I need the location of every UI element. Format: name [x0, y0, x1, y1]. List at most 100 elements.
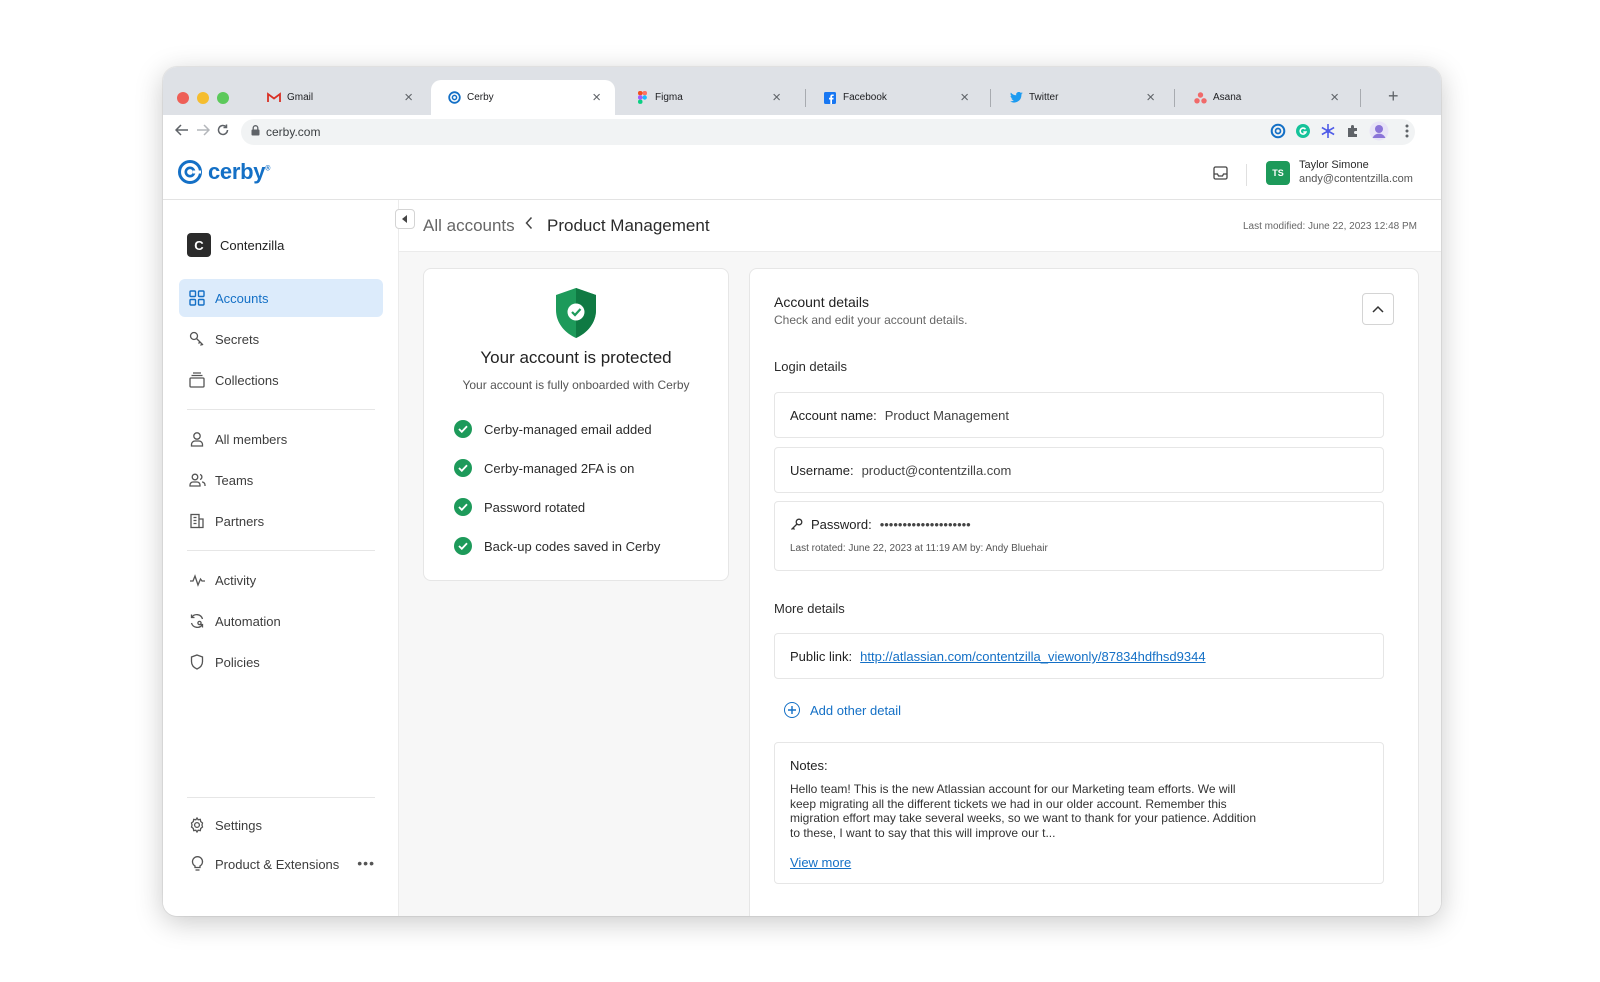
collapse-sidebar-button[interactable]	[395, 209, 415, 229]
sidebar-item-partners[interactable]: Partners	[179, 502, 383, 540]
main-content: All accounts Product Management Last mod…	[399, 200, 1441, 916]
back-icon[interactable]	[174, 123, 189, 139]
account-name-field[interactable]: Account name: Product Management	[774, 392, 1384, 438]
close-tab-icon[interactable]: ×	[1146, 90, 1155, 105]
maximize-window-button[interactable]	[217, 92, 229, 104]
close-tab-icon[interactable]: ×	[960, 90, 969, 105]
stack-icon	[188, 371, 206, 389]
close-tab-icon[interactable]: ×	[404, 90, 413, 105]
tab-cerby[interactable]: Cerby ×	[431, 80, 615, 115]
close-tab-icon[interactable]: ×	[772, 90, 781, 105]
protection-subtitle: Your account is fully onboarded with Cer…	[462, 378, 690, 392]
add-other-detail-label: Add other detail	[810, 702, 902, 718]
brand-text: cerby	[208, 159, 266, 184]
building-icon	[188, 512, 206, 530]
lightbulb-icon	[188, 855, 206, 873]
brand-name: cerby®	[208, 159, 270, 185]
reload-icon[interactable]	[217, 123, 229, 139]
sidebar-item-secrets[interactable]: Secrets	[179, 320, 383, 358]
facebook-icon	[823, 91, 837, 105]
browser-toolbar: cerby.com	[163, 115, 1441, 149]
sidebar-item-policies[interactable]: Policies	[179, 643, 383, 681]
check-label: Back-up codes saved in Cerby	[484, 538, 661, 554]
check-circle-icon	[454, 420, 472, 438]
cerby-extension-icon[interactable]	[1268, 121, 1288, 141]
public-link-field: Public link: http://atlassian.com/conten…	[774, 633, 1384, 679]
sidebar-divider	[187, 550, 375, 551]
check-circle-icon	[454, 537, 472, 555]
check-label: Cerby-managed email added	[484, 421, 652, 437]
public-link-url[interactable]: http://atlassian.com/contentzilla_viewon…	[860, 649, 1205, 664]
cerby-icon	[447, 91, 461, 105]
caret-left-icon	[402, 215, 407, 223]
header-divider	[1246, 164, 1247, 186]
gear-icon	[188, 816, 206, 834]
grammarly-extension-icon[interactable]	[1293, 121, 1313, 141]
chevron-up-icon	[1372, 305, 1384, 313]
registered-mark: ®	[265, 165, 271, 173]
minimize-window-button[interactable]	[197, 92, 209, 104]
user-avatar[interactable]: TS	[1266, 161, 1290, 185]
org-name: Contenzilla	[220, 237, 285, 253]
tab-twitter[interactable]: Twitter ×	[993, 80, 1169, 115]
sidebar-item-collections[interactable]: Collections	[179, 361, 383, 399]
sidebar: C Contenzilla Accounts Secrets Collectio…	[163, 200, 399, 916]
sidebar-item-settings[interactable]: Settings	[179, 806, 383, 844]
collapse-details-button[interactable]	[1362, 293, 1394, 325]
tab-gmail[interactable]: Gmail ×	[251, 80, 427, 115]
snowflake-extension-icon[interactable]	[1318, 121, 1338, 141]
check-circle-icon	[454, 459, 472, 477]
username-field[interactable]: Username: product@contentzilla.com	[774, 447, 1384, 493]
breadcrumb-all-accounts[interactable]: All accounts	[423, 216, 515, 236]
cerby-logo[interactable]: cerby®	[177, 159, 270, 185]
inbox-icon[interactable]	[1213, 166, 1228, 185]
window-controls	[177, 92, 229, 104]
more-options-icon[interactable]: •••	[357, 855, 375, 871]
org-badge: C	[187, 233, 211, 257]
sidebar-item-teams[interactable]: Teams	[179, 461, 383, 499]
sidebar-item-label: Policies	[215, 654, 260, 670]
browser-menu-icon[interactable]	[1397, 121, 1417, 141]
password-field[interactable]: Password: •••••••••••••••••••• Last rota…	[774, 501, 1384, 571]
close-tab-icon[interactable]: ×	[592, 90, 601, 105]
tab-facebook[interactable]: Facebook ×	[807, 80, 983, 115]
account-name-row: Account name: Product Management	[790, 408, 1009, 423]
tab-divider	[805, 89, 806, 107]
view-more-link[interactable]: View more	[790, 855, 851, 870]
sidebar-item-automation[interactable]: Automation	[179, 602, 383, 640]
close-tab-icon[interactable]: ×	[1330, 90, 1339, 105]
public-link-label: Public link:	[790, 649, 853, 664]
key-icon	[790, 518, 803, 531]
password-label: Password:	[811, 517, 872, 532]
tab-divider	[990, 89, 991, 107]
puzzle-extensions-icon[interactable]	[1343, 121, 1363, 141]
add-other-detail-button[interactable]: Add other detail	[784, 702, 901, 718]
chevron-left-icon[interactable]	[525, 216, 533, 235]
tab-title: Figma	[655, 92, 683, 103]
new-tab-button[interactable]: +	[1388, 86, 1399, 107]
tab-title: Cerby	[467, 92, 494, 103]
notes-field: Notes: Hello team! This is the new Atlas…	[774, 742, 1384, 884]
user-name: Taylor Simone	[1299, 159, 1369, 171]
sidebar-item-all-members[interactable]: All members	[179, 420, 383, 458]
profile-avatar-icon[interactable]	[1369, 121, 1389, 141]
sidebar-item-accounts[interactable]: Accounts	[179, 279, 383, 317]
shield-check-icon	[554, 287, 598, 344]
check-label: Cerby-managed 2FA is on	[484, 460, 635, 476]
key-icon	[188, 330, 206, 348]
sidebar-item-label: Collections	[215, 372, 279, 388]
figma-icon	[635, 91, 649, 105]
sidebar-item-activity[interactable]: Activity	[179, 561, 383, 599]
notes-label: Notes:	[790, 758, 828, 773]
close-window-button[interactable]	[177, 92, 189, 104]
sidebar-item-product-extensions[interactable]: Product & Extensions •••	[179, 845, 383, 883]
forward-icon[interactable]	[196, 123, 211, 139]
app-header: cerby® TS Taylor Simone andy@contentzill…	[163, 149, 1441, 200]
sidebar-item-label: Activity	[215, 572, 257, 588]
org-switcher[interactable]: C Contenzilla	[187, 233, 284, 257]
check-circle-icon	[454, 498, 472, 516]
tab-asana[interactable]: Asana ×	[1177, 80, 1353, 115]
tab-figma[interactable]: Figma ×	[619, 80, 795, 115]
address-bar[interactable]: cerby.com	[241, 119, 1415, 145]
sidebar-item-label: Teams	[215, 472, 254, 488]
